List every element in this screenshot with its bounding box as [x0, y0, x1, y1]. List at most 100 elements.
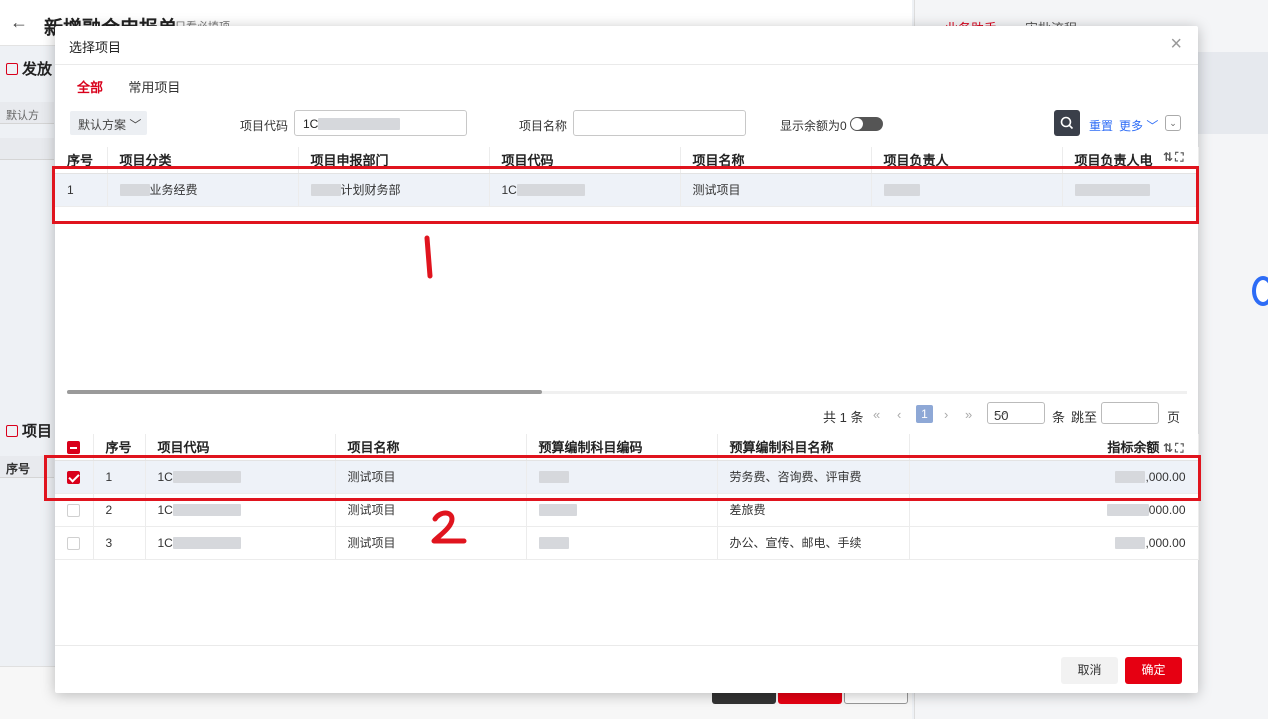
- select-all-header: [55, 434, 94, 461]
- dept-cell: 计划财务部: [298, 173, 490, 207]
- balance-cell: ,000.00: [909, 460, 1199, 494]
- row-checkbox[interactable]: [67, 503, 80, 517]
- table-row[interactable]: 2 1C 测试项目 差旅费 000.00: [55, 493, 1199, 527]
- total-count: 共 1 条: [823, 410, 864, 425]
- name-cell: 测试项目: [335, 460, 527, 494]
- background-seq-header: 序号: [0, 456, 54, 478]
- prev-page-icon[interactable]: ‹: [897, 407, 901, 422]
- code-cell: 1C: [489, 173, 681, 207]
- redacted-text: [1115, 470, 1146, 483]
- search-button[interactable]: [1054, 110, 1080, 136]
- redacted-text: [172, 503, 241, 516]
- project-table: 序号 项目分类 项目申报部门 项目代码 项目名称 项目负责人 项目负责人电 ⇅⛶ …: [55, 147, 1199, 207]
- next-page-icon[interactable]: ›: [944, 407, 948, 422]
- column-header: 预算编制科目名称: [717, 434, 910, 461]
- collapse-icon[interactable]: [6, 63, 18, 75]
- jump-label: 跳至: [1071, 410, 1098, 425]
- seq-cell: 2: [93, 493, 146, 527]
- scrollbar-thumb[interactable]: [67, 390, 542, 394]
- budget-subject-table: 序号 项目代码 项目名称 预算编制科目编码 预算编制科目名称 指标余额 ⇅⛶ 1…: [55, 434, 1199, 560]
- row-checkbox[interactable]: [67, 536, 80, 550]
- column-settings-icon[interactable]: ⇅⛶: [1163, 441, 1185, 455]
- collapse-filter-icon[interactable]: ⌄: [1165, 115, 1181, 131]
- tab-all[interactable]: 全部: [77, 77, 103, 96]
- scheme-dropdown[interactable]: 默认方案 ﹀: [70, 111, 147, 135]
- subject-name-cell: 办公、宣传、邮电、手续: [717, 526, 910, 560]
- balance-cell: 000.00: [909, 493, 1199, 527]
- subject-name-cell: 劳务费、咨询费、评审费: [717, 460, 910, 494]
- table-row[interactable]: 1 1C 测试项目 劳务费、咨询费、评审费 ,000.00: [55, 460, 1199, 494]
- page-size-unit: 条: [1052, 410, 1066, 425]
- pagination: 共 1 条 « ‹ 1 › » 50 ﹀ 条 跳至 页: [55, 402, 1198, 426]
- section-project-title: 项目: [6, 420, 52, 441]
- close-icon[interactable]: ×: [1170, 33, 1182, 56]
- redacted-text: [883, 183, 920, 196]
- redacted-text: [119, 184, 150, 196]
- project-table-header: 序号 项目分类 项目申报部门 项目代码 项目名称 项目负责人 项目负责人电 ⇅⛶: [55, 147, 1199, 174]
- jump-page-input[interactable]: [1101, 402, 1159, 424]
- column-settings-icon[interactable]: ⇅⛶: [1163, 150, 1185, 165]
- column-header: 项目名称: [680, 147, 872, 174]
- column-header: 序号: [93, 434, 146, 461]
- reset-link[interactable]: 重置: [1089, 117, 1113, 134]
- confirm-button[interactable]: 确定: [1125, 657, 1182, 684]
- redacted-text: [172, 536, 241, 549]
- subject-code-cell: [526, 460, 718, 494]
- cancel-button[interactable]: 取消: [1061, 657, 1118, 684]
- code-cell: 1C: [145, 460, 336, 494]
- name-cell: 测试项目: [335, 493, 527, 527]
- tab-common-projects[interactable]: 常用项目: [128, 77, 180, 96]
- owner-phone-cell: [1062, 173, 1199, 207]
- zero-balance-label: 显示余额为0: [780, 119, 847, 133]
- select-all-checkbox[interactable]: [67, 441, 80, 455]
- page-unit: 页: [1167, 410, 1181, 425]
- back-arrow-icon[interactable]: ←: [10, 12, 28, 33]
- collapse-icon[interactable]: [6, 425, 18, 437]
- first-page-icon[interactable]: «: [873, 407, 880, 422]
- column-header: 项目名称: [335, 434, 527, 461]
- redacted-text: [172, 470, 241, 483]
- column-header: 项目负责人: [871, 147, 1063, 174]
- floating-assistant-icon[interactable]: [1252, 276, 1268, 306]
- page-size-select[interactable]: 50 ﹀: [987, 402, 1045, 426]
- filter-bar: 默认方案 ﹀ 项目代码 1C 项目名称 显示余额为0 重置 更多 ﹀ ⌄: [55, 110, 1198, 138]
- project-name-input[interactable]: [573, 110, 746, 136]
- chevron-down-icon: ﹀: [129, 118, 142, 132]
- redacted-text: [1106, 503, 1149, 516]
- column-header-with-tools: 项目负责人电 ⇅⛶: [1062, 147, 1199, 174]
- table-row[interactable]: 3 1C 测试项目 办公、宣传、邮电、手续 ,000.00: [55, 526, 1199, 560]
- more-link[interactable]: 更多 ﹀: [1119, 117, 1158, 134]
- row-checkbox[interactable]: [67, 470, 80, 484]
- footer-divider: [55, 645, 1198, 646]
- background-table-head: [0, 138, 54, 160]
- table-row[interactable]: 1 业务经费 计划财务部 1C 测试项目: [55, 173, 1199, 207]
- column-header: 项目代码: [489, 147, 681, 174]
- horizontal-scrollbar[interactable]: [61, 389, 1192, 395]
- divider: [55, 64, 1198, 65]
- project-code-input[interactable]: 1C: [294, 110, 467, 136]
- chevron-down-icon: ﹀: [994, 411, 1008, 426]
- subject-code-cell: [526, 526, 718, 560]
- select-project-dialog: 选择项目 × 全部 常用项目 默认方案 ﹀ 项目代码 1C 项目名称 显示余额为…: [55, 26, 1199, 693]
- zero-balance-toggle[interactable]: [850, 117, 883, 131]
- seq-cell: 3: [93, 526, 146, 560]
- column-header-with-tools: 指标余额 ⇅⛶: [909, 434, 1199, 461]
- redacted-text: [1115, 536, 1146, 549]
- subject-code-cell: [526, 493, 718, 527]
- name-cell: 测试项目: [335, 526, 527, 560]
- code-cell: 1C: [145, 526, 336, 560]
- checkbox-cell: [55, 493, 94, 527]
- dialog-title: 选择项目: [69, 40, 122, 55]
- code-cell: 1C: [145, 493, 336, 527]
- current-page[interactable]: 1: [916, 405, 933, 423]
- last-page-icon[interactable]: »: [965, 407, 972, 422]
- column-header: 项目代码: [145, 434, 336, 461]
- column-header: 序号: [55, 147, 108, 174]
- redacted-text: [1074, 183, 1150, 196]
- balance-cell: ,000.00: [909, 526, 1199, 560]
- budget-table-header: 序号 项目代码 项目名称 预算编制科目编码 预算编制科目名称 指标余额 ⇅⛶: [55, 434, 1199, 461]
- column-header: 预算编制科目编码: [526, 434, 718, 461]
- project-name-label: 项目名称: [519, 119, 568, 133]
- column-header: 项目分类: [107, 147, 299, 174]
- checkbox-cell: [55, 526, 94, 560]
